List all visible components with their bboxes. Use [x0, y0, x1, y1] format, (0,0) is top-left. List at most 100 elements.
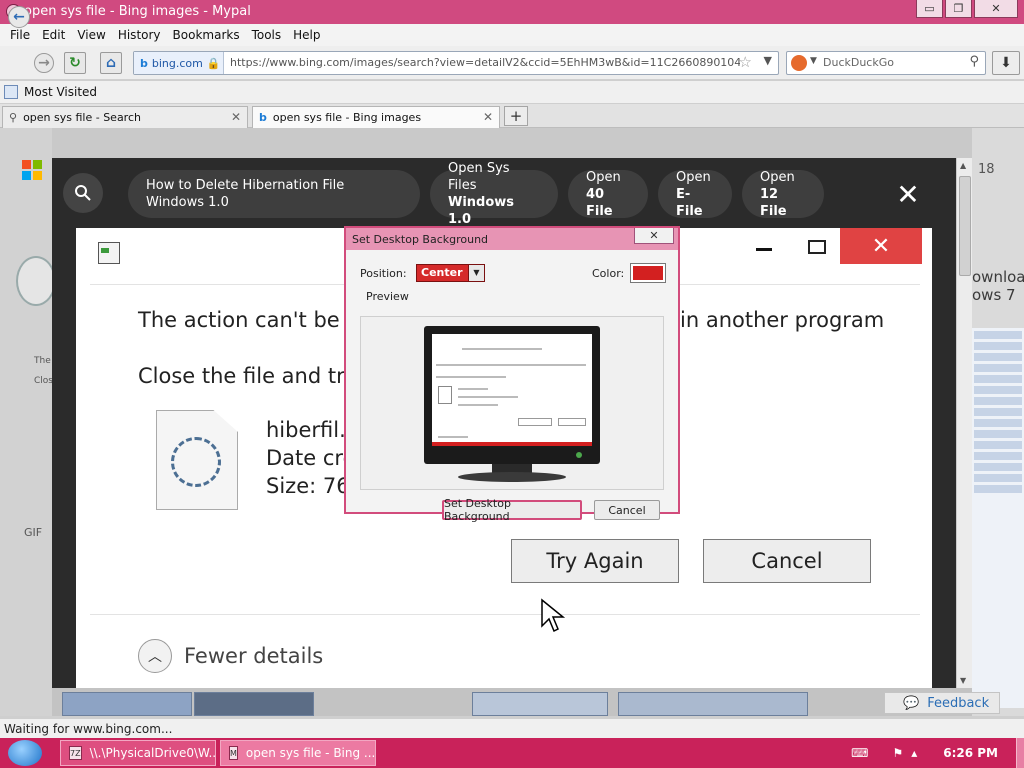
position-value: Center — [421, 266, 463, 279]
page-number: 18 — [978, 162, 995, 177]
scrollbar-thumb[interactable] — [959, 176, 971, 276]
tray-arrow-icon[interactable]: ▴ — [911, 746, 917, 760]
status-text: Waiting for www.bing.com... — [4, 722, 173, 736]
page-left-gif-label: GIF — [24, 526, 43, 539]
bookmark-star-icon[interactable]: ☆ — [739, 53, 752, 71]
fewer-details-label: Fewer details — [184, 644, 324, 668]
scroll-up-icon[interactable]: ▲ — [960, 161, 966, 170]
forward-button[interactable]: → — [34, 53, 54, 73]
site-identity[interactable]: b bing.com 🔒 — [134, 52, 224, 74]
preview-label: Preview — [366, 290, 409, 303]
related-thumbnail[interactable] — [62, 692, 192, 716]
page-left-text: The — [34, 356, 51, 366]
mouse-cursor-icon — [541, 598, 566, 633]
browser-icon: M — [229, 746, 238, 760]
bookmarks-toolbar: Most Visited — [0, 81, 1024, 103]
maximize-button[interactable]: ❐ — [945, 0, 972, 18]
close-tab-icon[interactable]: ✕ — [483, 110, 493, 124]
power-led-icon — [576, 452, 582, 458]
show-desktop-button[interactable] — [1016, 738, 1024, 768]
url-text[interactable]: https://www.bing.com/images/search?view=… — [230, 56, 740, 69]
duckduckgo-icon[interactable] — [791, 55, 807, 71]
system-tray: ⌨ ⚑ ▴ 6:26 PM — [851, 738, 1014, 768]
chip-line1: Open — [676, 169, 711, 185]
feedback-button[interactable]: 💬 Feedback — [884, 692, 1000, 714]
related-search-chip[interactable]: How to Delete Hibernation File Windows 1… — [128, 170, 420, 218]
search-icon — [75, 185, 91, 201]
new-tab-button[interactable]: + — [504, 106, 528, 126]
set-desktop-background-button[interactable]: Set Desktop Background — [442, 497, 582, 523]
taskbar-item-label: \\.\PhysicalDrive0\W... — [89, 746, 216, 760]
related-search-chip[interactable]: Open 12 File — [742, 169, 824, 219]
close-icon: ✕ — [896, 177, 920, 211]
menu-bookmarks[interactable]: Bookmarks — [167, 28, 246, 42]
chip-line1: Open — [760, 169, 795, 185]
tab-bing-images[interactable]: b open sys file - Bing images ✕ — [252, 106, 500, 128]
downloads-button[interactable]: ⬇ — [992, 51, 1020, 75]
close-tab-icon[interactable]: ✕ — [231, 110, 241, 124]
menu-help[interactable]: Help — [287, 28, 326, 42]
related-search-chip[interactable]: Open Sys Files Windows 1.0 — [430, 161, 558, 227]
dialog-title-bar: Set Desktop Background ✕ — [346, 228, 678, 250]
home-button[interactable]: ⌂ — [100, 52, 122, 74]
dialog-cancel-button[interactable]: Cancel — [594, 500, 660, 520]
system-file-icon — [156, 410, 238, 510]
menu-history[interactable]: History — [112, 28, 167, 42]
related-search-chip[interactable]: Open 40 File — [568, 170, 648, 219]
position-select[interactable]: Center ▼ — [416, 264, 485, 282]
network-icon[interactable]: ⚑ — [892, 746, 903, 760]
menu-edit[interactable]: Edit — [36, 28, 71, 42]
error-message-line1-tail: in another program — [680, 308, 885, 332]
related-thumbnail[interactable] — [194, 692, 314, 716]
menu-file[interactable]: File — [4, 28, 36, 42]
7zip-icon: 7Z — [69, 746, 82, 760]
taskbar-item-7zip[interactable]: 7Z \\.\PhysicalDrive0\W... — [60, 740, 216, 766]
reload-button[interactable]: ↻ — [64, 52, 86, 74]
bing-favicon-icon: b — [140, 56, 148, 70]
overlay-search-button[interactable] — [63, 173, 103, 213]
scroll-down-icon[interactable]: ▼ — [960, 676, 966, 685]
bookmark-folder-icon — [4, 85, 18, 99]
microsoft-logo-icon — [22, 160, 42, 180]
search-input[interactable]: DuckDuckGo — [823, 56, 894, 69]
search-icon[interactable]: ⚲ — [969, 54, 979, 69]
bing-favicon-icon: b — [259, 111, 267, 124]
search-icon: ⚲ — [9, 111, 18, 124]
taskbar-item-browser[interactable]: M open sys file - Bing ... — [220, 740, 376, 766]
home-icon: ⌂ — [105, 55, 117, 71]
close-window-button[interactable]: ✕ — [974, 0, 1018, 18]
color-picker-button[interactable] — [630, 263, 666, 283]
minimize-button[interactable]: ▭ — [916, 0, 943, 18]
gear-icon — [171, 437, 221, 487]
related-thumbnail[interactable] — [618, 692, 808, 716]
feedback-label: Feedback — [927, 695, 990, 711]
menu-view[interactable]: View — [71, 28, 111, 42]
close-overlay-button[interactable]: ✕ — [892, 177, 924, 211]
bookmark-most-visited[interactable]: Most Visited — [24, 85, 97, 99]
url-dropdown-icon[interactable]: ▼ — [764, 54, 772, 67]
address-bar[interactable]: b bing.com 🔒 https://www.bing.com/images… — [133, 51, 779, 75]
keyboard-icon[interactable]: ⌨ — [851, 746, 868, 760]
lock-icon: 🔒 — [206, 56, 221, 70]
chevron-down-icon: ▼ — [468, 265, 484, 281]
tab-search[interactable]: ⚲ open sys file - Search ✕ — [2, 106, 248, 128]
plus-icon: + — [509, 107, 523, 125]
page-scrollbar[interactable]: ▲ ▼ — [956, 158, 972, 688]
page-right-text: ownload ows 7 — [972, 268, 1024, 304]
start-button[interactable] — [8, 740, 42, 766]
clock[interactable]: 6:26 PM — [943, 746, 998, 760]
speech-bubble-icon: 💬 — [903, 695, 920, 711]
chip-line1: How to Delete Hibernation File Windows 1… — [146, 178, 345, 210]
dialog-title: Set Desktop Background — [352, 233, 489, 246]
dialog-close-button[interactable]: ✕ — [634, 228, 674, 244]
color-label: Color: — [592, 267, 625, 280]
color-swatch — [633, 266, 663, 280]
page-right-list — [972, 328, 1024, 708]
related-thumbnail[interactable] — [472, 692, 608, 716]
page-left-strip: The Clos GIF — [0, 128, 56, 716]
back-button[interactable]: ← — [8, 6, 30, 28]
related-search-chip[interactable]: Open E-File — [658, 169, 732, 219]
menu-tools[interactable]: Tools — [246, 28, 288, 42]
search-bar[interactable]: ▼ DuckDuckGo ⚲ — [786, 51, 986, 75]
engine-dropdown-icon[interactable]: ▼ — [810, 56, 817, 66]
